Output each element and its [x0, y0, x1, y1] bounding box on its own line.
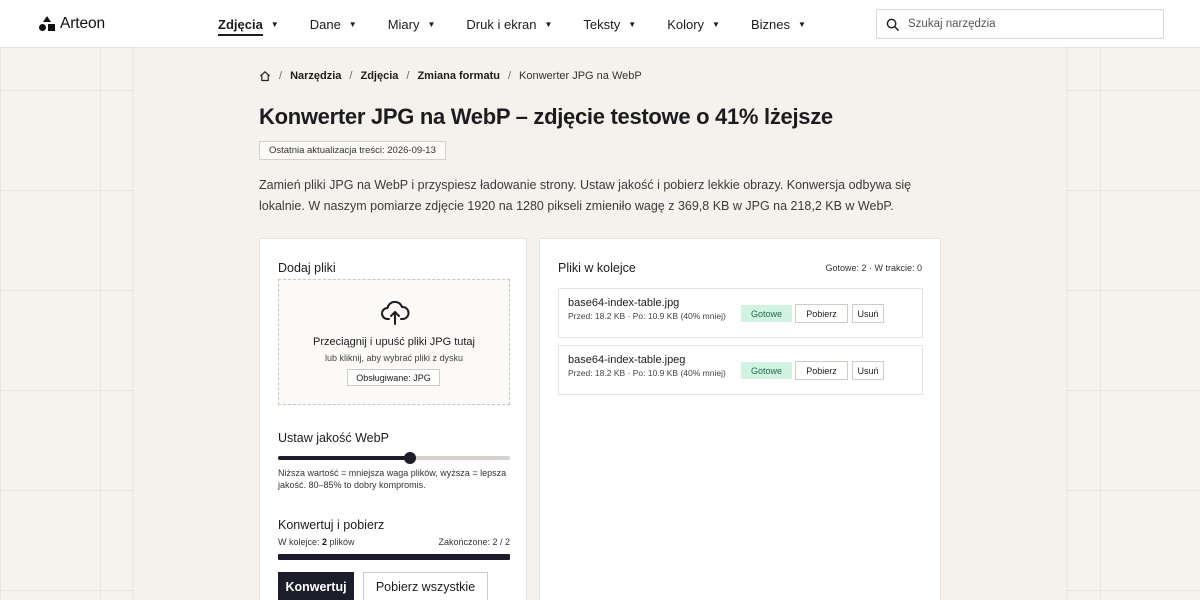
brand-logo[interactable]: Arteon [39, 14, 105, 34]
brand-name: Arteon [60, 15, 106, 32]
upload-card: Dodaj pliki Przeciągnij i upuść pliki JP… [259, 238, 527, 600]
nav-item-druk-i-ekran[interactable]: Druk i ekran ▼ [466, 0, 552, 48]
nav-item-biznes[interactable]: Biznes ▼ [751, 0, 806, 48]
breadcrumb-link-narzedzia[interactable]: Narzędzia [290, 70, 341, 82]
conversion-progress-bar [278, 554, 510, 560]
nav-item-kolory[interactable]: Kolory ▼ [667, 0, 720, 48]
queue-heading: Pliki w kolejce [558, 261, 636, 275]
file-name: base64-index-table.jpeg [568, 354, 686, 366]
convert-button[interactable]: Konwertuj [278, 572, 354, 600]
file-list-item: base64-index-table.jpg Przed: 18.2 KB · … [558, 288, 923, 338]
queue-count-prefix: W kolejce: [278, 537, 323, 547]
file-size-meta: Przed: 18.2 KB · Po: 10.9 KB (40% mniej) [568, 311, 726, 321]
status-badge: Gotowe [741, 305, 792, 322]
remove-file-button[interactable]: Usuń [852, 361, 884, 380]
page-title: Konwerter JPG na WebP – zdjęcie testowe … [259, 104, 833, 129]
status-badge: Gotowe [741, 362, 792, 379]
queue-status-summary: Gotowe: 2 · W trakcie: 0 [825, 263, 922, 273]
file-size-meta: Przed: 18.2 KB · Po: 10.9 KB (40% mniej) [568, 368, 726, 378]
main-nav: Zdjęcia ▼ Dane ▼ Miary ▼ Druk i ekran ▼ … [218, 0, 837, 48]
search-box [876, 9, 1164, 39]
progress-fill [278, 554, 510, 560]
slider-thumb[interactable] [404, 452, 417, 464]
convert-summary-row: W kolejce: 2 plików Zakończone: 2 / 2 [278, 537, 510, 547]
download-all-button[interactable]: Pobierz wszystkie [363, 572, 488, 600]
dropzone-title: Przeciągnij i upuść pliki JPG tutaj [312, 336, 475, 348]
nav-item-zdjecia[interactable]: Zdjęcia ▼ [218, 0, 279, 48]
nav-item-dane[interactable]: Dane ▼ [310, 0, 357, 48]
download-file-button[interactable]: Pobierz [795, 304, 848, 323]
cloud-upload-icon [381, 300, 410, 325]
quality-hint: Niższa wartość = mniejsza waga plików, w… [278, 468, 507, 490]
breadcrumb-separator: / [349, 70, 353, 82]
file-list-item: base64-index-table.jpeg Przed: 18.2 KB ·… [558, 345, 923, 395]
queue-count-suffix: plików [327, 537, 355, 547]
breadcrumb-separator: / [406, 70, 410, 82]
nav-item-label: Biznes [750, 16, 790, 32]
breadcrumb: / Narzędzia / Zdjęcia / Zmiana formatu /… [259, 69, 642, 83]
nav-item-label: Druk i ekran [466, 16, 537, 32]
upload-heading: Dodaj pliki [278, 261, 336, 275]
slider-fill [278, 456, 411, 460]
supported-formats-badge: Obsługiwane: JPG [347, 369, 440, 386]
caret-down-icon: ▼ [427, 19, 436, 29]
caret-down-icon: ▼ [628, 19, 637, 29]
search-input[interactable] [908, 18, 1148, 30]
breadcrumb-link-zdjecia[interactable]: Zdjęcia [360, 70, 398, 82]
nav-item-label: Kolory [667, 16, 705, 32]
nav-item-teksty[interactable]: Teksty ▼ [583, 0, 636, 48]
file-dropzone[interactable]: Przeciągnij i upuść pliki JPG tutaj lub … [278, 279, 510, 405]
intro-text: Zamień pliki JPG na WebP i przyspiesz ła… [259, 178, 912, 213]
home-icon[interactable] [259, 70, 271, 82]
arteon-logo-icon [39, 16, 55, 31]
quality-slider[interactable] [278, 451, 510, 465]
convert-heading: Konwertuj i pobierz [278, 518, 385, 532]
caret-down-icon: ▼ [348, 19, 357, 29]
nav-item-label: Teksty [583, 16, 621, 32]
file-name: base64-index-table.jpg [568, 297, 680, 309]
quality-heading: Ustaw jakość WebP [278, 431, 389, 445]
download-file-button[interactable]: Pobierz [795, 361, 848, 380]
caret-down-icon: ▼ [544, 19, 553, 29]
nav-item-miary[interactable]: Miary ▼ [388, 0, 436, 48]
breadcrumb-current: Konwerter JPG na WebP [519, 70, 642, 82]
nav-item-label: Zdjęcia [218, 16, 263, 36]
breadcrumb-link-zmiana-formatu[interactable]: Zmiana formatu [417, 70, 500, 82]
breadcrumb-separator: / [507, 70, 512, 82]
caret-down-icon: ▼ [270, 19, 279, 29]
search-icon [886, 18, 899, 31]
queue-count-text: W kolejce: 2 plików [278, 537, 355, 547]
caret-down-icon: ▼ [798, 19, 806, 29]
nav-item-label: Dane [309, 16, 341, 32]
queue-card: Pliki w kolejce Gotowe: 2 · W trakcie: 0… [539, 238, 941, 600]
dropzone-subtitle: lub kliknij, aby wybrać pliki z dysku [324, 353, 464, 363]
completed-count: Zakończone: 2 / 2 [438, 537, 510, 547]
breadcrumb-separator: / [279, 70, 283, 82]
remove-file-button[interactable]: Usuń [852, 304, 884, 323]
top-navigation-bar: Arteon Zdjęcia ▼ Dane ▼ Miary ▼ Druk i e… [0, 0, 1200, 48]
last-updated-badge: Ostatnia aktualizacja treści: 2026-09-13 [259, 141, 446, 160]
nav-item-label: Miary [387, 16, 420, 32]
caret-down-icon: ▼ [712, 19, 720, 29]
